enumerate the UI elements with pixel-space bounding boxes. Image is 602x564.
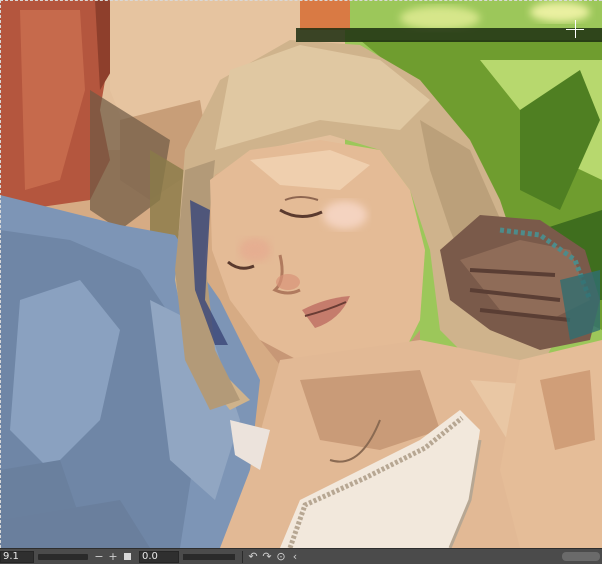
reset-rotation-icon[interactable]: ⊙ <box>274 550 288 564</box>
zoom-out-icon[interactable]: − <box>92 550 106 564</box>
zoom-slider[interactable] <box>38 553 88 560</box>
horizontal-scrollbar[interactable] <box>562 552 600 561</box>
horizontal-guide-bar <box>296 28 602 42</box>
rotate-left-icon[interactable]: ↶ <box>246 550 260 564</box>
zoom-input[interactable] <box>0 550 34 563</box>
rotation-angle-input[interactable] <box>139 550 179 563</box>
rotate-right-icon[interactable]: ↷ <box>260 550 274 564</box>
status-bar: − + ↶ ↷ ⊙ ‹ <box>0 548 602 564</box>
painting-artwork[interactable] <box>0 0 602 548</box>
crosshair-cursor-icon-vertical <box>575 20 576 38</box>
flip-horizontal-icon[interactable]: ‹ <box>288 550 302 564</box>
paint-app-window: − + ↶ ↷ ⊙ ‹ <box>0 0 602 564</box>
zoom-in-icon[interactable]: + <box>106 550 120 564</box>
rotation-slider[interactable] <box>183 553 235 560</box>
divider <box>242 550 243 563</box>
canvas-area[interactable] <box>0 0 602 548</box>
fit-to-window-icon[interactable] <box>124 553 131 560</box>
